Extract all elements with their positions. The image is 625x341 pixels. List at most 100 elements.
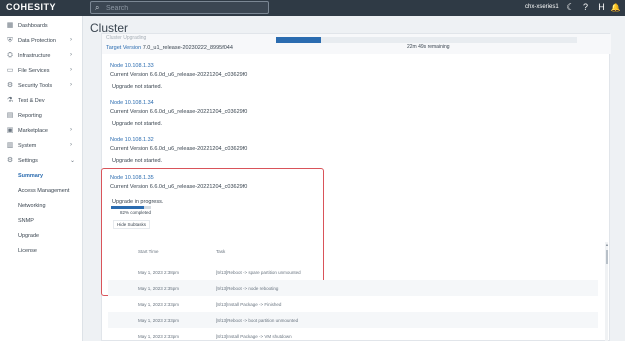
row-task: [8/13]Reboot -> boot partition unmounted — [216, 318, 299, 323]
node-version: Current Version 6.6.0d_u6_release-202212… — [110, 109, 248, 115]
node-status: Upgrade not started. — [112, 121, 163, 127]
security-icon: ⚙ — [6, 82, 14, 89]
chevron-right-icon: › — [70, 37, 72, 43]
cohesity-logo[interactable]: COHESITY — [6, 2, 56, 12]
sidebar-item-data-protection[interactable]: ⛨ Data Protection › — [0, 34, 83, 49]
search-input[interactable] — [106, 3, 256, 13]
table-row: May 1, 2023 2:33pm [8/13]Install Package… — [108, 328, 598, 341]
settings-icon: ⚙ — [6, 157, 14, 164]
node-name[interactable]: Node 10.108.1.32 — [110, 137, 154, 143]
infrastructure-icon: ⛭ — [7, 52, 13, 59]
row-start-time: May 1, 2023 2:35pm — [138, 286, 180, 291]
overall-progress-fill — [276, 37, 322, 43]
node-version: Current Version 6.6.0d_u6_release-202212… — [110, 146, 248, 152]
time-remaining: 22m 49s remaining — [407, 44, 450, 50]
chevron-right-icon: › — [70, 52, 72, 58]
row-start-time: May 1, 2023 2:38pm — [138, 270, 180, 275]
node-version: Current Version 6.6.0d_u6_release-202212… — [110, 72, 248, 78]
chevron-right-icon: › — [70, 82, 72, 88]
row-start-time: May 1, 2023 2:33pm — [138, 318, 180, 323]
sidebar-item-label: Dashboards — [18, 23, 48, 29]
sidebar-item-label: Infrastructure — [18, 53, 51, 59]
scroll-up-icon[interactable]: ▲ — [605, 242, 608, 247]
test-dev-icon: ⚗ — [6, 97, 14, 104]
sidebar-subitem-label: Access Management — [18, 188, 70, 194]
sidebar-item-label: File Services — [18, 68, 50, 74]
sidebar-item-settings[interactable]: ⚙ Settings ⌄ — [0, 154, 83, 169]
sidebar-item-label: Data Protection — [18, 38, 56, 44]
node-status: Upgrade not started. — [112, 84, 163, 90]
upgrade-header: Cluster Upgrading Target Version 7.0_u1_… — [102, 34, 611, 54]
search-icon: ⌕ — [95, 3, 100, 12]
overall-progress-bar — [276, 37, 577, 43]
shield-icon: ⛨ — [7, 37, 13, 44]
cluster-selector[interactable]: chx-xseries1 — [525, 4, 559, 10]
row-start-time: May 1, 2023 2:33pm — [138, 302, 180, 307]
row-start-time: May 1, 2023 2:33pm — [138, 334, 180, 339]
sidebar-subitem-access-management[interactable]: Access Management — [0, 184, 83, 199]
dashboard-icon: ▦ — [6, 22, 14, 29]
upgrade-status-text: Cluster Upgrading — [106, 35, 147, 41]
report-icon: ▤ — [6, 112, 14, 119]
bell-icon[interactable]: 🔔 — [610, 2, 621, 13]
node-progress-bar — [111, 206, 151, 209]
chevron-right-icon: › — [70, 67, 72, 73]
node-status: Upgrade not started. — [112, 158, 163, 164]
node-name[interactable]: Node 10.108.1.34 — [110, 100, 154, 106]
hide-subtasks-button[interactable]: Hide Subtasks — [113, 220, 151, 229]
table-row: May 1, 2023 2:33pm [8/13]Install Package… — [108, 296, 598, 312]
sidebar-subitem-networking[interactable]: Networking — [0, 199, 83, 214]
sidebar-item-marketplace[interactable]: ▣ Marketplace › — [0, 124, 83, 139]
row-task: [8/13]Install Package -> Finished — [216, 302, 282, 307]
sidebar-item-label: Security Tools — [18, 83, 53, 89]
row-task: [9/13]Reboot -> spare partition unmounte… — [216, 270, 301, 275]
row-task: [9/13]Reboot -> node rebooting — [216, 286, 279, 291]
folder-icon: ▭ — [6, 67, 14, 74]
sidebar-subitem-label: SNMP — [18, 218, 34, 224]
sidebar-subitem-upgrade[interactable]: Upgrade — [0, 229, 83, 244]
system-icon: ▥ — [6, 142, 14, 149]
sidebar-subitem-label: Networking — [18, 203, 46, 209]
sidebar-item-label: Settings — [18, 158, 38, 164]
sidebar-item-test-dev[interactable]: ⚗ Test & Dev — [0, 94, 83, 109]
chevron-right-icon: › — [70, 142, 72, 148]
moon-icon[interactable]: ☾ — [565, 2, 576, 13]
sidebar-subitem-license[interactable]: License — [0, 244, 83, 259]
sidebar-item-label: Reporting — [18, 113, 42, 119]
sidebar-item-security-tools[interactable]: ⚙ Security Tools › — [0, 79, 83, 94]
marketplace-icon: ▣ — [6, 127, 14, 134]
h-icon[interactable]: H — [596, 2, 607, 13]
sidebar-item-label: System — [18, 143, 37, 149]
sidebar-item-reporting[interactable]: ▤ Reporting — [0, 109, 83, 124]
help-icon[interactable]: ? — [580, 2, 591, 13]
scroll-thumb[interactable] — [606, 250, 608, 264]
table-row: May 1, 2023 2:33pm [8/13]Reboot -> boot … — [108, 312, 598, 328]
row-task: [8/13]Install Package -> VM shutdown — [216, 334, 292, 339]
top-bar: COHESITY ⌕ chx-xseries1 ☾ ? H 🔔 — [0, 0, 625, 16]
subtasks-table: Start Time Task May 1, 2023 2:38pm [9/13… — [108, 240, 608, 341]
target-version-value: 7.0_u1_release-20230222_8995f044 — [142, 45, 233, 51]
node-name[interactable]: Node 10.108.1.33 — [110, 63, 154, 69]
chevron-down-icon: ⌄ — [70, 158, 76, 164]
column-header-start-time: Start Time — [138, 249, 159, 254]
search-box[interactable]: ⌕ — [90, 1, 269, 14]
sidebar-item-label: Test & Dev — [18, 98, 45, 104]
sidebar-subitem-summary[interactable]: Summary — [0, 169, 83, 184]
sidebar-item-infrastructure[interactable]: ⛭ Infrastructure › — [0, 49, 83, 64]
target-version-label: Target Version — [106, 45, 142, 51]
node-progress-text: 82% completed — [120, 210, 152, 215]
sidebar-subitem-label: Upgrade — [18, 233, 40, 239]
chevron-right-icon: › — [70, 127, 72, 133]
sidebar-subitem-snmp[interactable]: SNMP — [0, 214, 83, 229]
column-header-task: Task — [216, 249, 226, 254]
table-row: May 1, 2023 2:35pm [9/13]Reboot -> node … — [108, 280, 598, 296]
sidebar-item-file-services[interactable]: ▭ File Services › — [0, 64, 83, 79]
sidebar: ▦ Dashboards ⛨ Data Protection › ⛭ Infra… — [0, 16, 83, 341]
sidebar-subitem-label: Summary — [18, 173, 44, 179]
table-scrollbar[interactable]: ▲ — [605, 242, 608, 341]
sidebar-item-dashboards[interactable]: ▦ Dashboards — [0, 19, 83, 34]
node-progress-fill — [111, 206, 144, 209]
sidebar-item-system[interactable]: ▥ System › — [0, 139, 83, 154]
sidebar-item-label: Marketplace — [18, 128, 48, 134]
target-version: Target Version 7.0_u1_release-20230222_8… — [106, 45, 233, 51]
